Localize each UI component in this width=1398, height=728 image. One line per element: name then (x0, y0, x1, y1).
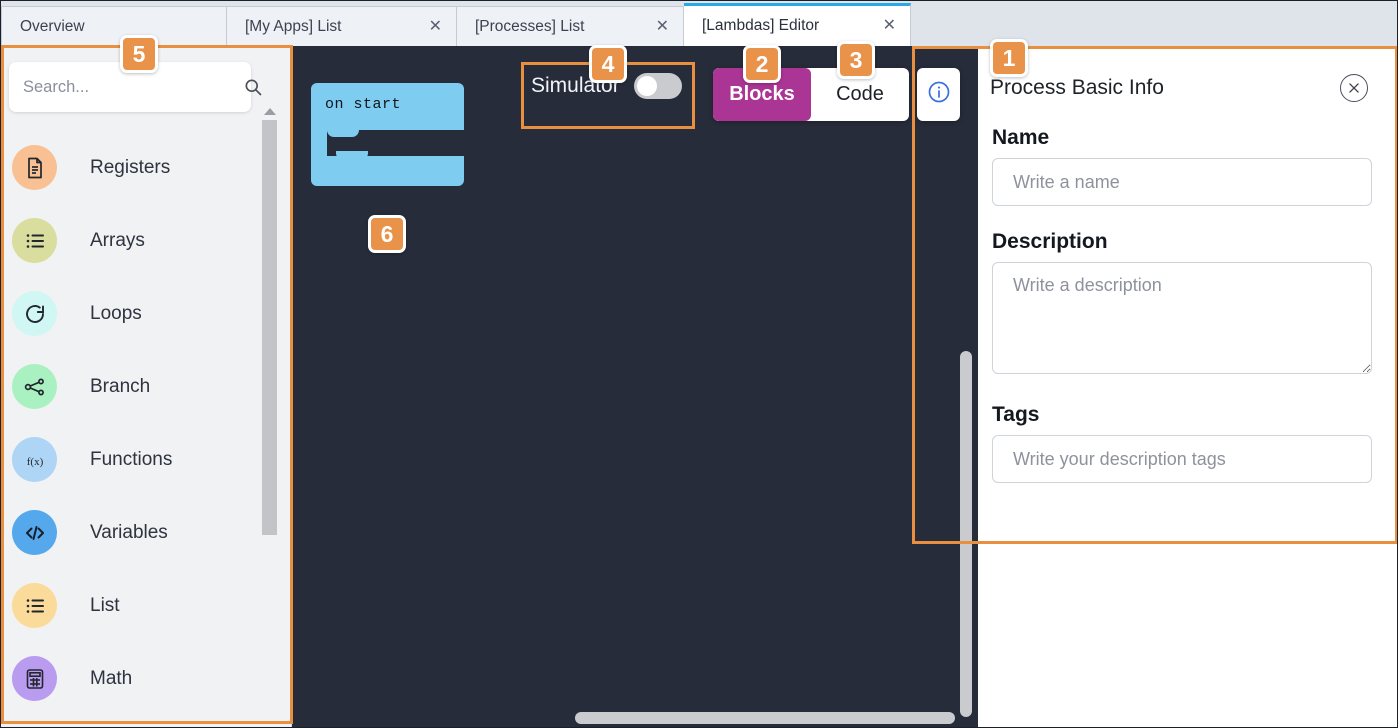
sidebar-item-label: Loops (90, 302, 142, 324)
close-icon[interactable]: ✕ (656, 18, 669, 35)
close-icon[interactable]: ✕ (883, 18, 896, 34)
sidebar-item-label: Arrays (90, 229, 145, 251)
annotation-badge-3: 3 (837, 41, 875, 79)
info-icon (927, 80, 951, 109)
tab-overview[interactable]: Overview (1, 6, 227, 46)
blocks-canvas[interactable]: on start (292, 46, 978, 727)
refresh-icon (12, 291, 57, 336)
sidebar-item-registers[interactable]: Registers (2, 131, 264, 204)
field-label: Tags (992, 403, 1040, 426)
panel-header: Process Basic Info (990, 74, 1374, 102)
field-name: Name (990, 126, 1374, 206)
sidebar-item-label: Functions (90, 448, 173, 470)
canvas-vertical-scrollbar[interactable] (960, 351, 972, 717)
category-list: Registers Arrays Loops Branch f(x) Funct… (2, 131, 264, 715)
search-icon[interactable] (243, 77, 263, 97)
sidebar-item-loops[interactable]: Loops (2, 277, 264, 350)
sidebar-item-label: Math (90, 667, 133, 689)
toggle-knob (636, 76, 657, 96)
description-input[interactable] (992, 262, 1372, 374)
process-basic-info-panel: Process Basic Info Name Description Tags (978, 46, 1397, 727)
name-input[interactable] (992, 158, 1372, 206)
sidebar-item-label: Registers (90, 156, 171, 178)
sidebar-item-arrays[interactable]: Arrays (2, 204, 264, 277)
tab-label: [Lambdas] Editor (702, 17, 820, 34)
annotation-badge-6: 6 (368, 215, 406, 253)
simulator-toggle[interactable] (633, 73, 682, 99)
field-label: Description (992, 230, 1108, 253)
tab-processes-list[interactable]: [Processes] List ✕ (457, 6, 684, 46)
block-label: on start (325, 96, 402, 113)
scrollbar-thumb[interactable] (262, 120, 277, 535)
tab-my-apps-list[interactable]: [My Apps] List ✕ (227, 6, 457, 46)
annotation-badge-2: 2 (743, 45, 781, 83)
tags-input[interactable] (992, 435, 1372, 483)
block-category-sidebar: Registers Arrays (2, 46, 292, 727)
tab-bar: Overview [My Apps] List ✕ [Processes] Li… (1, 1, 1397, 46)
code-icon (12, 510, 57, 555)
branch-icon (12, 364, 57, 409)
block-foot (311, 156, 464, 186)
canvas-surface[interactable]: on start (292, 46, 978, 727)
info-button[interactable] (917, 68, 960, 121)
document-icon (12, 145, 57, 190)
close-icon[interactable]: ✕ (429, 18, 442, 35)
annotation-badge-5: 5 (120, 35, 158, 73)
sidebar-item-functions[interactable]: f(x) Functions (2, 423, 264, 496)
sidebar-item-branch[interactable]: Branch (2, 350, 264, 423)
block-notch-top (327, 128, 359, 137)
canvas-horizontal-scrollbar[interactable] (575, 712, 955, 724)
function-icon: f(x) (12, 437, 57, 482)
app-window: Overview [My Apps] List ✕ [Processes] Li… (0, 0, 1398, 728)
tab-label: [Processes] List (475, 17, 585, 35)
sidebar-item-label: List (90, 594, 120, 616)
list-icon (12, 583, 57, 628)
search-input[interactable] (23, 77, 243, 97)
tab-lambdas-editor[interactable]: [Lambdas] Editor ✕ (684, 3, 911, 46)
close-icon[interactable] (1340, 74, 1368, 102)
sidebar-scrollbar[interactable] (262, 104, 277, 727)
chevron-up-icon[interactable] (262, 104, 277, 118)
sidebar-item-list[interactable]: List (2, 569, 264, 642)
field-description: Description (990, 230, 1374, 379)
annotation-badge-1: 1 (990, 39, 1028, 77)
block-spine (311, 128, 327, 158)
tab-label: Overview (20, 17, 85, 35)
sidebar-item-label: Variables (90, 521, 168, 543)
annotation-badge-4: 4 (589, 45, 627, 83)
panel-title: Process Basic Info (990, 76, 1164, 99)
field-label: Name (992, 126, 1050, 149)
sidebar-item-variables[interactable]: Variables (2, 496, 264, 569)
calculator-icon (12, 656, 57, 701)
sidebar-item-label: Branch (90, 375, 151, 397)
sidebar-item-math[interactable]: Math (2, 642, 264, 715)
svg-text:f(x): f(x) (26, 456, 43, 468)
tab-label: [My Apps] List (245, 17, 342, 35)
list-icon (12, 218, 57, 263)
block-on-start[interactable]: on start (311, 83, 464, 186)
field-tags: Tags (990, 403, 1374, 483)
